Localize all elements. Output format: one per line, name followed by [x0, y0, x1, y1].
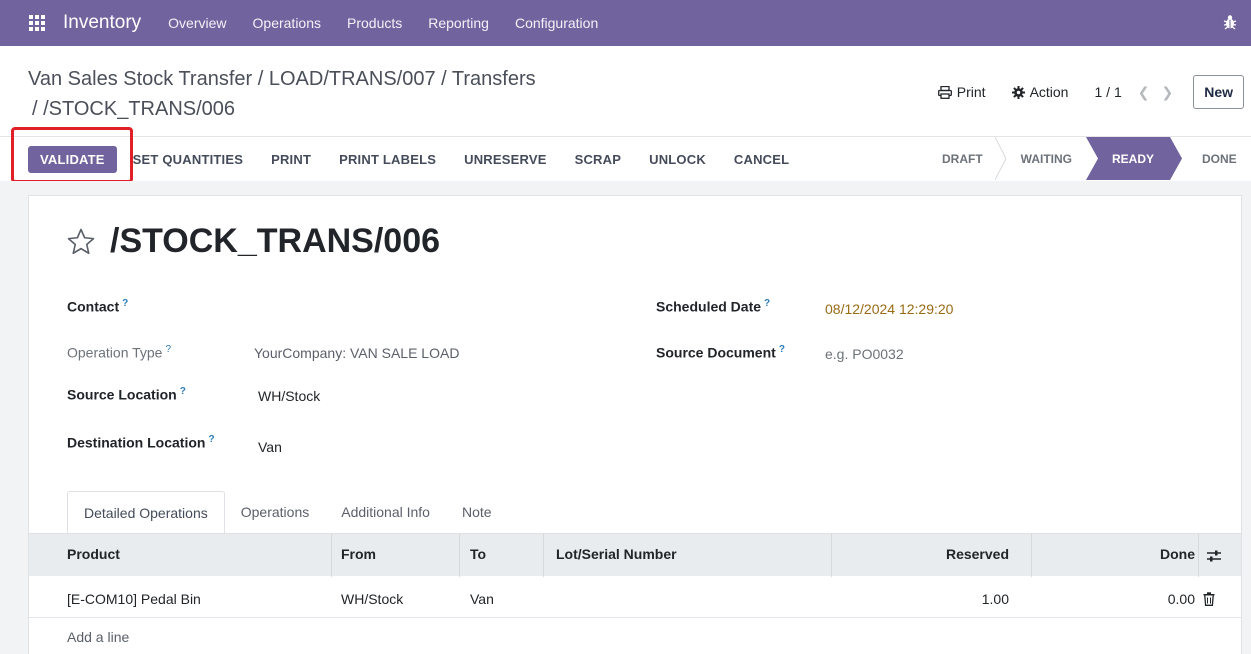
stage-waiting[interactable]: WAITING — [1001, 137, 1090, 180]
stage-done[interactable]: DONE — [1182, 137, 1251, 180]
column-divider — [831, 534, 832, 577]
row-done[interactable]: 0.00 — [1115, 591, 1195, 607]
column-to[interactable]: To — [470, 546, 486, 562]
gear-icon — [1011, 85, 1025, 99]
tab-note[interactable]: Note — [446, 491, 508, 533]
help-tooltip-icon[interactable]: ? — [779, 344, 785, 355]
stage-done-label: DONE — [1202, 151, 1237, 166]
stage-draft[interactable]: DRAFT — [920, 137, 1007, 180]
breadcrumb: Van Sales Stock Transfer / LOAD/TRANS/00… — [28, 64, 628, 124]
source-document-field[interactable]: e.g. PO0032 — [825, 346, 904, 362]
row-product[interactable]: [E-COM10] Pedal Bin — [67, 591, 201, 607]
column-lot-serial[interactable]: Lot/Serial Number — [556, 546, 677, 562]
destination-location-label: Destination Location? — [67, 434, 215, 451]
print-button[interactable]: PRINT — [271, 152, 311, 167]
nav-configuration[interactable]: Configuration — [515, 15, 598, 31]
cancel-button[interactable]: CANCEL — [734, 152, 789, 167]
contact-label: Contact? — [67, 298, 129, 315]
row-reserved: 1.00 — [981, 591, 1009, 607]
operation-type-label: Operation Type? — [67, 344, 172, 361]
scrap-button[interactable]: SCRAP — [575, 152, 622, 167]
star-favorite-icon[interactable] — [66, 227, 96, 257]
breadcrumb-current: / /STOCK_TRANS/006 — [32, 98, 236, 120]
status-bar: VALIDATE SET QUANTITIES PRINT PRINT LABE… — [0, 136, 1251, 180]
column-divider — [1198, 534, 1199, 577]
stage-pipeline: DRAFT WAITING READY DONE — [920, 137, 1251, 180]
top-navbar: Inventory Overview Operations Products R… — [0, 0, 1251, 46]
control-panel-right: Print Action 1 / 1 ❮ ❯ New — [937, 74, 1251, 110]
column-divider — [1031, 534, 1032, 577]
help-tooltip-icon[interactable]: ? — [165, 344, 171, 355]
print-labels-button[interactable]: PRINT LABELS — [339, 152, 436, 167]
unreserve-button[interactable]: UNRESERVE — [464, 152, 546, 167]
column-divider — [459, 534, 460, 577]
optional-columns-icon[interactable] — [1206, 549, 1222, 563]
column-reserved[interactable]: Reserved — [929, 546, 1009, 562]
apps-menu-icon[interactable] — [28, 14, 46, 32]
print-menu-label: Print — [956, 84, 986, 100]
set-quantities-button[interactable]: SET QUANTITIES — [133, 152, 243, 167]
notebook-tabs: Detailed Operations Operations Additiona… — [67, 491, 508, 533]
print-menu-button[interactable]: Print — [937, 84, 986, 100]
column-divider — [543, 534, 544, 577]
stage-draft-label: DRAFT — [942, 151, 983, 166]
table-row[interactable]: [E-COM10] Pedal Bin WH/Stock Van 1.00 0.… — [29, 577, 1241, 618]
source-document-label: Source Document? — [656, 344, 785, 361]
unlock-button[interactable]: UNLOCK — [649, 152, 706, 167]
debug-bug-icon[interactable] — [1223, 14, 1237, 30]
add-line-link[interactable]: Add a line — [67, 629, 129, 645]
action-menu-button[interactable]: Action — [1011, 84, 1069, 100]
nav-overview[interactable]: Overview — [168, 15, 226, 31]
pager-value[interactable]: 1 / 1 — [1094, 84, 1121, 100]
row-to[interactable]: Van — [470, 591, 494, 607]
source-location-value[interactable]: WH/Stock — [258, 388, 320, 404]
breadcrumb-path[interactable]: Van Sales Stock Transfer / LOAD/TRANS/00… — [28, 68, 536, 90]
column-product[interactable]: Product — [67, 546, 120, 562]
help-tooltip-icon[interactable]: ? — [180, 386, 186, 397]
operation-type-value[interactable]: YourCompany: VAN SALE LOAD — [254, 345, 459, 361]
action-menu-label: Action — [1029, 84, 1069, 100]
new-button[interactable]: New — [1193, 75, 1244, 109]
nav-products[interactable]: Products — [347, 15, 402, 31]
destination-location-value[interactable]: Van — [258, 439, 282, 455]
stage-waiting-label: WAITING — [1020, 151, 1072, 166]
tab-detailed-operations[interactable]: Detailed Operations — [67, 491, 225, 533]
tab-additional-info[interactable]: Additional Info — [325, 491, 446, 533]
table-header: Product From To Lot/Serial Number Reserv… — [29, 533, 1241, 577]
tab-operations[interactable]: Operations — [225, 491, 325, 533]
record-title: /STOCK_TRANS/006 — [66, 222, 440, 261]
printer-icon — [937, 85, 952, 99]
help-tooltip-icon[interactable]: ? — [208, 434, 214, 445]
nav-reporting[interactable]: Reporting — [428, 15, 489, 31]
nav-operations[interactable]: Operations — [253, 15, 321, 31]
scheduled-date-value[interactable]: 08/12/2024 12:29:20 — [825, 301, 953, 317]
trash-icon[interactable] — [1203, 592, 1215, 606]
scheduled-date-label: Scheduled Date? — [656, 298, 771, 315]
row-from[interactable]: WH/Stock — [341, 591, 403, 607]
validate-button[interactable]: VALIDATE — [28, 146, 117, 173]
record-name: /STOCK_TRANS/006 — [110, 222, 441, 260]
action-buttons: VALIDATE SET QUANTITIES PRINT PRINT LABE… — [28, 146, 817, 173]
source-location-label: Source Location? — [67, 386, 186, 403]
column-from[interactable]: From — [341, 546, 376, 562]
stage-ready[interactable]: READY — [1086, 137, 1182, 180]
pager-next-icon[interactable]: ❯ — [1161, 84, 1173, 101]
help-tooltip-icon[interactable]: ? — [122, 298, 128, 309]
app-brand[interactable]: Inventory — [63, 12, 141, 34]
help-tooltip-icon[interactable]: ? — [764, 298, 770, 309]
stage-ready-label: READY — [1112, 151, 1155, 166]
column-divider — [331, 534, 332, 577]
column-done[interactable]: Done — [1115, 546, 1195, 562]
pager-previous-icon[interactable]: ❮ — [1138, 84, 1150, 101]
